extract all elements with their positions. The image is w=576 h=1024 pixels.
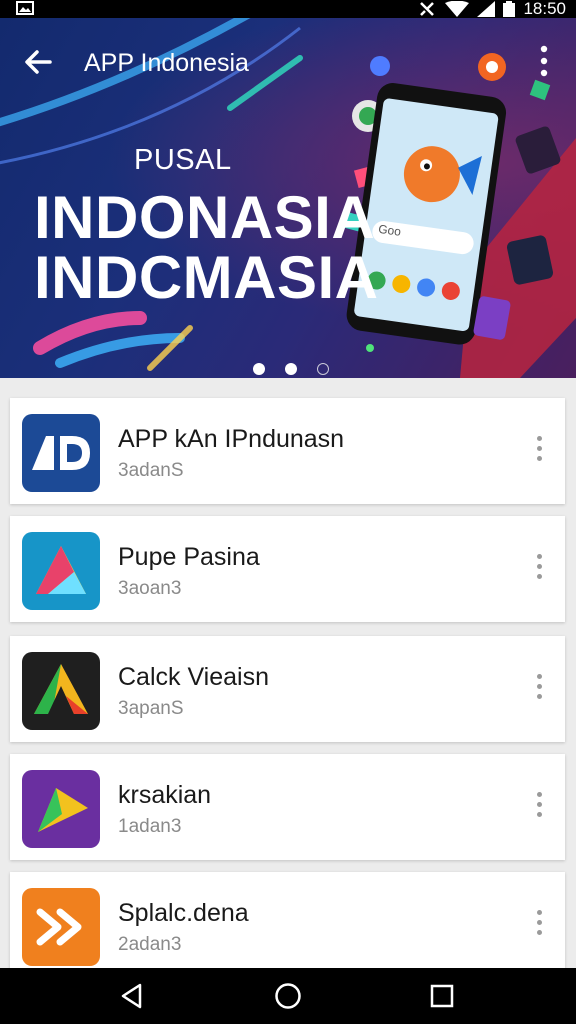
app-subtitle: 1adan3 (118, 816, 182, 837)
pager-dot-1[interactable] (253, 363, 265, 375)
battery-icon (503, 1, 516, 17)
app-arrow-icon (22, 652, 100, 730)
status-time: 18:50 (523, 0, 566, 18)
app-list: APP kAn IPndunasn 3adanS Pupe Pasina 3ao… (0, 378, 576, 968)
app-subtitle: 3adanS (118, 460, 184, 481)
arrow-back-icon[interactable] (20, 44, 56, 80)
app-play-arrow-icon (22, 770, 100, 848)
recents-square-icon[interactable] (428, 982, 456, 1010)
app-name: APP kAn IPndunasn (118, 425, 345, 453)
app-toolbar: APP Indonesia (0, 18, 576, 104)
app-subtitle: 2adan3 (118, 934, 182, 955)
more-vert-icon[interactable] (531, 674, 547, 704)
no-signal-icon (420, 2, 435, 16)
wifi-icon (445, 1, 470, 17)
app-1d-icon (22, 414, 100, 492)
status-bar: 18:50 (0, 0, 576, 18)
app-forward-icon (22, 888, 100, 966)
list-item[interactable]: Calck Vieaisn 3apanS (10, 636, 565, 742)
pager-dot-3[interactable] (317, 363, 329, 375)
app-subtitle: 3apanS (118, 698, 184, 719)
back-triangle-icon[interactable] (118, 982, 146, 1010)
app-name: Splalc.dena (118, 899, 249, 927)
pager-dot-2[interactable] (285, 363, 297, 375)
toolbar-title: APP Indonesia (84, 49, 249, 77)
list-item[interactable]: Splalc.dena 2adan3 (10, 872, 565, 968)
more-vert-icon[interactable] (531, 910, 547, 940)
app-subtitle: 3aoan3 (118, 578, 182, 599)
image-icon (16, 1, 34, 15)
app-name: Pupe Pasina (118, 543, 260, 571)
app-triangle-icon (22, 532, 100, 610)
hero-subtitle: PUSAL (134, 144, 232, 176)
app-name: Calck Vieaisn (118, 663, 270, 691)
more-vert-icon[interactable] (531, 436, 547, 466)
more-vert-icon[interactable] (534, 44, 554, 78)
signal-icon (477, 1, 496, 17)
hero-headline-1: INDONASIA (34, 184, 376, 251)
hero-headline-2: INDCMASIA (34, 244, 379, 311)
app-name: krsakian (118, 781, 212, 809)
pager-dots[interactable] (253, 363, 329, 375)
home-circle-icon[interactable] (274, 982, 302, 1010)
navigation-bar (0, 968, 576, 1024)
list-item[interactable]: krsakian 1adan3 (10, 754, 565, 860)
list-item[interactable]: APP kAn IPndunasn 3adanS (10, 398, 565, 504)
more-vert-icon[interactable] (531, 792, 547, 822)
list-item[interactable]: Pupe Pasina 3aoan3 (10, 516, 565, 622)
status-icons: 18:50 (417, 0, 566, 18)
more-vert-icon[interactable] (531, 554, 547, 584)
